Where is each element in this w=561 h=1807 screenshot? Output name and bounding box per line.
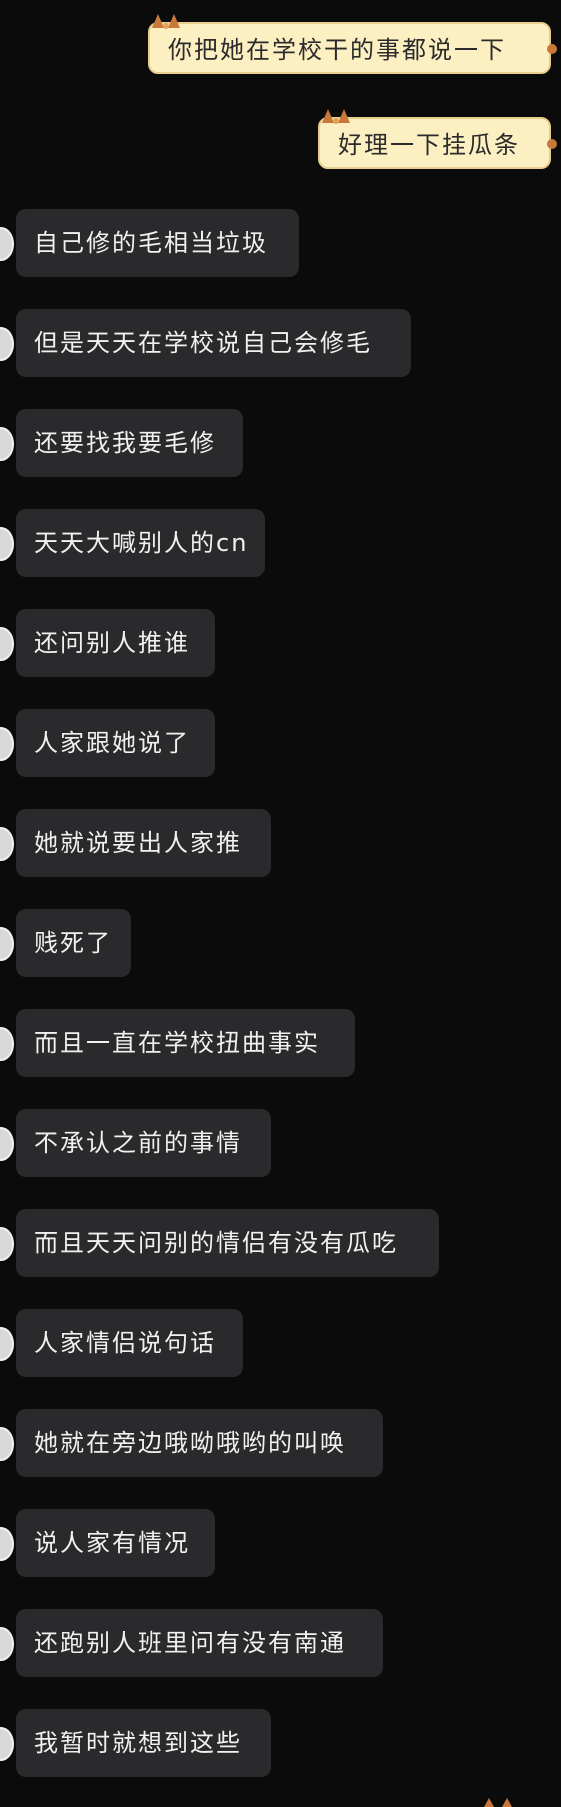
received-message-bubble[interactable]: 但是天天在学校说自己会修毛 bbox=[16, 309, 411, 377]
received-message-bubble[interactable]: 人家情侣说句话 bbox=[16, 1309, 243, 1377]
chat-window: 你把她在学校干的事都说一下 好理一下挂瓜条 自己修的毛相当垃圾 但是天天在学校说… bbox=[0, 0, 561, 1807]
cat-tail-icon bbox=[547, 44, 557, 54]
avatar[interactable] bbox=[0, 1027, 14, 1061]
message-text: 天天大喊别人的cn bbox=[34, 529, 249, 557]
received-message-bubble[interactable]: 而且天天问别的情侣有没有瓜吃 bbox=[16, 1209, 439, 1277]
received-message-bubble[interactable]: 还要找我要毛修 bbox=[16, 409, 243, 477]
avatar[interactable] bbox=[0, 1727, 14, 1761]
message-text: 人家跟她说了 bbox=[34, 729, 190, 757]
received-message-bubble[interactable]: 我暂时就想到这些 bbox=[16, 1709, 271, 1777]
received-message-bubble[interactable]: 还跑别人班里问有没有南通 bbox=[16, 1609, 383, 1677]
avatar[interactable] bbox=[0, 827, 14, 861]
message-text: 你把她在学校干的事都说一下 bbox=[168, 36, 506, 64]
sent-message-bubble[interactable]: 你把她在学校干的事都说一下 bbox=[148, 14, 557, 74]
message-text: 好理一下挂瓜条 bbox=[338, 131, 520, 159]
avatar[interactable] bbox=[0, 1527, 14, 1561]
avatar[interactable] bbox=[0, 227, 14, 261]
received-message-bubble[interactable]: 说人家有情况 bbox=[16, 1509, 215, 1577]
received-message-bubble[interactable]: 不承认之前的事情 bbox=[16, 1109, 271, 1177]
received-message-bubble[interactable]: 还问别人推谁 bbox=[16, 609, 215, 677]
message-text: 她就在旁边哦呦哦哟的叫唤 bbox=[34, 1429, 346, 1457]
avatar[interactable] bbox=[0, 527, 14, 561]
received-message-bubble[interactable]: 自己修的毛相当垃圾 bbox=[16, 209, 299, 277]
avatar[interactable] bbox=[0, 727, 14, 761]
received-message-bubble[interactable]: 她就在旁边哦呦哦哟的叫唤 bbox=[16, 1409, 383, 1477]
message-text: 不承认之前的事情 bbox=[34, 1129, 242, 1157]
message-text: 说人家有情况 bbox=[34, 1529, 190, 1557]
message-text: 而且天天问别的情侣有没有瓜吃 bbox=[34, 1229, 398, 1257]
message-text: 还要找我要毛修 bbox=[34, 429, 216, 457]
message-text: 自己修的毛相当垃圾 bbox=[34, 229, 268, 257]
received-message-bubble[interactable]: 她就说要出人家推 bbox=[16, 809, 271, 877]
cat-ears-icon bbox=[152, 14, 180, 29]
received-message-bubble[interactable]: 贱死了 bbox=[16, 909, 131, 977]
avatar[interactable] bbox=[0, 1127, 14, 1161]
avatar[interactable] bbox=[0, 627, 14, 661]
message-text: 贱死了 bbox=[34, 929, 112, 957]
received-message-bubble[interactable]: 人家跟她说了 bbox=[16, 709, 215, 777]
avatar[interactable] bbox=[0, 1427, 14, 1461]
message-text: 但是天天在学校说自己会修毛 bbox=[34, 329, 372, 357]
avatar[interactable] bbox=[0, 1327, 14, 1361]
avatar[interactable] bbox=[0, 927, 14, 961]
message-text: 我暂时就想到这些 bbox=[34, 1729, 242, 1757]
avatar[interactable] bbox=[0, 1227, 14, 1261]
received-message-bubble[interactable]: 而且一直在学校扭曲事实 bbox=[16, 1009, 355, 1077]
avatar[interactable] bbox=[0, 1627, 14, 1661]
cat-ears-icon bbox=[484, 1798, 512, 1807]
avatar[interactable] bbox=[0, 327, 14, 361]
message-text: 而且一直在学校扭曲事实 bbox=[34, 1029, 320, 1057]
received-message-bubble[interactable]: 天天大喊别人的cn bbox=[16, 509, 265, 577]
avatar[interactable] bbox=[0, 427, 14, 461]
message-text: 还问别人推谁 bbox=[34, 629, 190, 657]
cat-ears-icon bbox=[322, 109, 350, 124]
sent-message-bubble[interactable]: 好理一下挂瓜条 bbox=[318, 109, 557, 169]
cat-tail-icon bbox=[547, 139, 557, 149]
message-text: 她就说要出人家推 bbox=[34, 829, 242, 857]
message-text: 人家情侣说句话 bbox=[34, 1329, 216, 1357]
message-text: 还跑别人班里问有没有南通 bbox=[34, 1629, 346, 1657]
